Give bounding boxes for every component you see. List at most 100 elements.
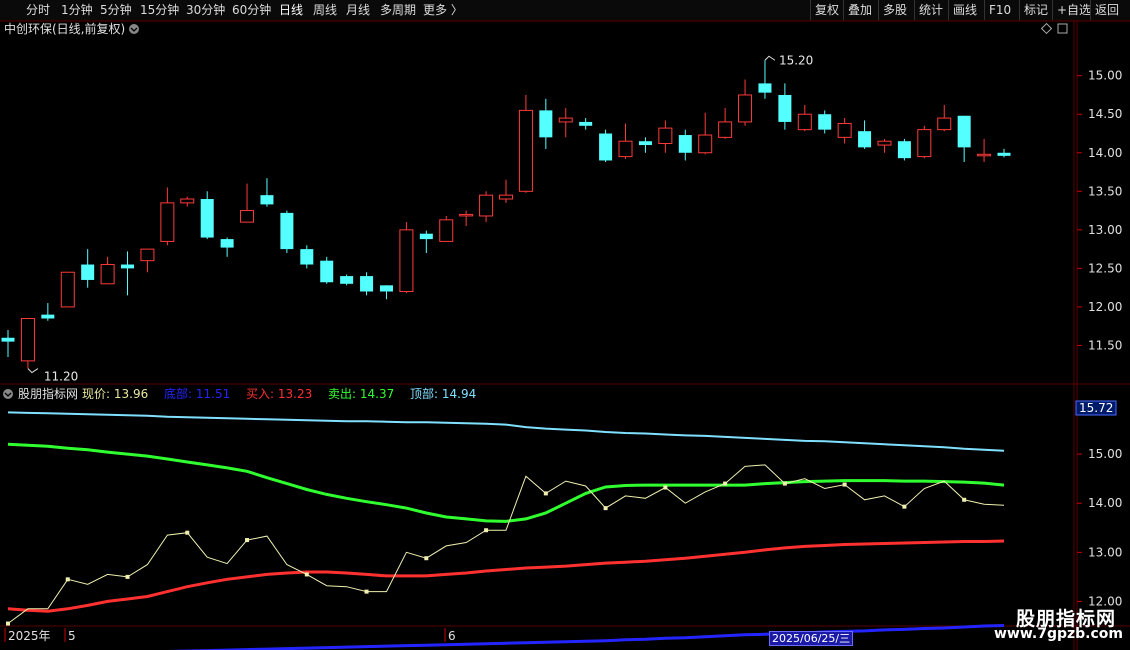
- indicator-tick-label: 13.00: [1088, 545, 1122, 559]
- brand-url: www.7gpzb.com: [994, 626, 1124, 642]
- close-price-dot: [484, 528, 489, 533]
- tab-period-0[interactable]: 分时: [26, 2, 50, 18]
- date-badge: 2025/06/25/三: [769, 631, 854, 646]
- tab-period-4[interactable]: 30分钟: [186, 2, 225, 18]
- indicator-tick-label: 15.00: [1088, 447, 1122, 461]
- close-price-dot: [125, 574, 130, 579]
- price-tick-label: 13.00: [1088, 223, 1122, 237]
- close-price-dot: [962, 497, 967, 502]
- chevron-down-icon: [129, 24, 139, 34]
- candle-body-up: [917, 129, 932, 158]
- toolbar-button-4[interactable]: 画线: [953, 2, 977, 18]
- candle-body-down: [579, 121, 593, 126]
- candle-body-down: [997, 152, 1011, 156]
- candle-body-up: [160, 202, 175, 242]
- toolbar-button-5[interactable]: F10: [989, 2, 1011, 18]
- stock-chart[interactable]: 11.50 12.00 12.50 13.00 13.50 14.00 14.50 15.00…: [0, 21, 1130, 650]
- toolbar-divider: [878, 0, 879, 20]
- close-price-dot: [245, 538, 250, 543]
- candle-body-down: [957, 115, 971, 148]
- candle-body-down: [81, 264, 95, 280]
- period-toolbar: 分时 1分钟 5分钟 15分钟 30分钟 60分钟 日线 周线 月线 多周期 更多 〉 复权 叠加 多股统…: [0, 0, 1130, 21]
- tab-period-1[interactable]: 1分钟: [61, 2, 93, 18]
- close-price-dot: [6, 621, 10, 626]
- candle-body-down: [280, 212, 294, 250]
- candle-body-down: [300, 249, 314, 265]
- candle-body-up: [797, 113, 812, 131]
- tab-period-2[interactable]: 5分钟: [100, 2, 132, 18]
- indicator-value-0: 现价: 13.96: [82, 387, 148, 401]
- candle-body-up: [558, 117, 573, 123]
- tab-period-7[interactable]: 周线: [313, 2, 337, 18]
- candle-body-up: [518, 109, 533, 192]
- candle-body-down: [41, 314, 55, 319]
- candle-body-down: [340, 276, 354, 284]
- toolbar-button-0[interactable]: 复权: [815, 2, 839, 18]
- candle-body-up: [399, 229, 414, 293]
- candle-body-up: [718, 121, 733, 138]
- indicator-value-4: 顶部: 14.94: [410, 386, 476, 401]
- price-tick-label: 11.50: [1088, 338, 1122, 352]
- close-price-dot: [902, 504, 907, 509]
- candle-body-up: [618, 140, 633, 158]
- toolbar-divider: [1052, 0, 1053, 20]
- candle-body-down: [200, 199, 214, 238]
- tab-period-5[interactable]: 60分钟: [232, 2, 271, 18]
- candle-body-up: [459, 213, 474, 217]
- current-value-label: 15.72: [1079, 401, 1113, 415]
- candle-body-down: [360, 276, 374, 292]
- candle-body-up: [100, 264, 115, 285]
- toolbar-divider: [1019, 0, 1020, 20]
- close-price-dot: [424, 556, 429, 561]
- date-label: 6: [448, 629, 456, 643]
- candle-body-down: [1, 337, 15, 342]
- indicator-value-1: 底部: 11.51: [164, 386, 230, 401]
- candle-body-down: [858, 131, 872, 148]
- candle-body-up: [738, 94, 753, 123]
- price-tick-label: 13.50: [1088, 184, 1122, 198]
- tab-period-9[interactable]: 多周期: [380, 2, 416, 18]
- close-price-dot: [364, 589, 369, 594]
- candle-body-down: [379, 285, 393, 292]
- candle-body-up: [479, 194, 494, 217]
- candle-body-down: [678, 135, 692, 153]
- tab-period-6[interactable]: 日线: [279, 2, 303, 18]
- close-price-dot: [65, 577, 70, 582]
- candle-body-down: [320, 260, 334, 283]
- toolbar-button-6[interactable]: 标记: [1024, 2, 1048, 18]
- indicator-value-3: 卖出: 14.37: [328, 387, 394, 401]
- candle-body-down: [818, 114, 832, 130]
- chevron-down-icon: [3, 389, 13, 399]
- tab-period-10[interactable]: 更多 〉: [423, 2, 463, 18]
- price-tick-label: 12.00: [1088, 300, 1122, 314]
- candle-body-down: [260, 195, 274, 205]
- toolbar-button-1[interactable]: 叠加: [848, 2, 872, 18]
- tab-period-3[interactable]: 15分钟: [140, 2, 179, 18]
- toolbar-button-8[interactable]: 返回: [1095, 2, 1119, 18]
- toolbar-button-3[interactable]: 统计: [919, 2, 943, 18]
- date-label: 5: [68, 629, 76, 643]
- tab-period-8[interactable]: 月线: [346, 2, 370, 18]
- candle-body-down: [599, 133, 613, 161]
- close-price-dot: [782, 481, 787, 486]
- candle-body-up: [20, 317, 35, 362]
- close-price-dot: [304, 572, 309, 577]
- close-price-dot: [603, 506, 608, 511]
- close-price-dot: [543, 491, 548, 496]
- candle-body-up: [439, 219, 454, 242]
- candle-body-down: [778, 94, 792, 122]
- toolbar-divider: [810, 0, 811, 20]
- close-price-dot: [185, 530, 190, 535]
- candle-body-up: [240, 210, 255, 223]
- price-tick-label: 15.00: [1088, 69, 1122, 83]
- candle-body-up: [977, 153, 992, 157]
- toolbar-divider: [984, 0, 985, 20]
- candle-body-up: [658, 127, 673, 145]
- close-price-dot: [663, 485, 668, 490]
- candle-body-up: [60, 271, 75, 308]
- close-price-dot: [842, 482, 847, 487]
- toolbar-button-7[interactable]: +自选: [1057, 2, 1091, 18]
- toolbar-divider: [914, 0, 915, 20]
- toolbar-button-2[interactable]: 多股: [883, 2, 907, 18]
- indicator-tick-label: 14.00: [1088, 496, 1122, 510]
